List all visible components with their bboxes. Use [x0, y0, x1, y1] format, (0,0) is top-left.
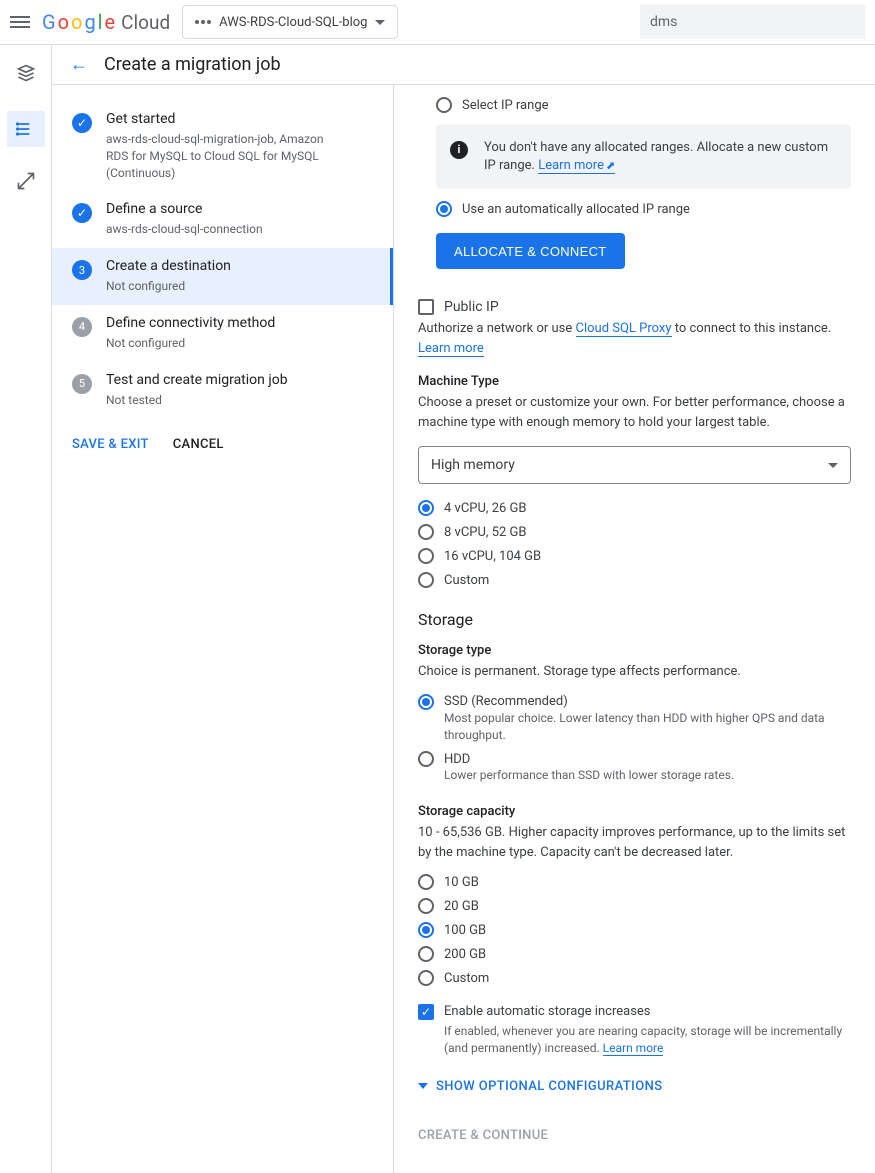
- radio-vcpu-4[interactable]: [418, 500, 434, 516]
- project-name: AWS-RDS-Cloud-SQL-blog: [219, 15, 367, 30]
- cloud-sql-proxy-link[interactable]: Cloud SQL Proxy: [576, 321, 672, 337]
- allocate-connect-button[interactable]: ALLOCATE & CONNECT: [436, 233, 625, 269]
- step-get-started[interactable]: Get started aws-rds-cloud-sql-migration-…: [52, 101, 393, 191]
- radio-vcpu-16[interactable]: [418, 548, 434, 564]
- back-arrow-icon[interactable]: ←: [70, 54, 88, 75]
- radio-select-ip-range[interactable]: [436, 97, 452, 113]
- ip-range-info: i You don't have any allocated ranges. A…: [436, 125, 851, 189]
- radio-200gb[interactable]: [418, 946, 434, 962]
- chevron-down-icon: [828, 463, 838, 468]
- ip-learn-more-link[interactable]: Learn more⬈: [538, 158, 615, 174]
- top-bar: Google Cloud AWS-RDS-Cloud-SQL-blog dms: [0, 0, 875, 45]
- storage-heading: Storage: [418, 610, 851, 629]
- storage-type-label: Storage type: [418, 643, 851, 658]
- step-test-and-create[interactable]: 5 Test and create migration job Not test…: [52, 362, 393, 419]
- step-define-connectivity[interactable]: 4 Define connectivity method Not configu…: [52, 305, 393, 362]
- public-ip-learn-more-link[interactable]: Learn more: [418, 341, 484, 357]
- service-icon[interactable]: [16, 63, 36, 87]
- google-cloud-logo: Google Cloud: [42, 10, 170, 34]
- info-icon: i: [450, 141, 468, 159]
- chevron-down-icon: [375, 20, 385, 25]
- save-and-exit-button[interactable]: SAVE & EXIT: [72, 437, 149, 452]
- radio-auto-ip-range[interactable]: [436, 201, 452, 217]
- project-icon: [195, 20, 211, 24]
- chevron-down-icon: [418, 1083, 428, 1089]
- machine-type-help: Choose a preset or customize your own. F…: [418, 393, 851, 432]
- storage-capacity-label: Storage capacity: [418, 804, 851, 819]
- radio-vcpu-8[interactable]: [418, 524, 434, 540]
- storage-capacity-help: 10 - 65,536 GB. Higher capacity improves…: [418, 823, 851, 862]
- page-header: ← Create a migration job: [52, 45, 875, 85]
- auto-ip-label: Use an automatically allocated IP range: [462, 202, 690, 217]
- nav-connection-profiles[interactable]: [16, 171, 36, 195]
- search-input[interactable]: dms: [640, 5, 865, 39]
- project-selector[interactable]: AWS-RDS-Cloud-SQL-blog: [182, 5, 398, 39]
- radio-20gb[interactable]: [418, 898, 434, 914]
- machine-type-select[interactable]: High memory: [418, 446, 851, 484]
- auto-storage-label: Enable automatic storage increases: [444, 1004, 851, 1019]
- public-ip-checkbox[interactable]: [418, 299, 434, 315]
- nav-migration-jobs[interactable]: [7, 111, 45, 147]
- left-rail: [0, 45, 52, 1173]
- radio-vcpu-custom[interactable]: [418, 572, 434, 588]
- page-title: Create a migration job: [104, 54, 281, 75]
- radio-hdd[interactable]: [418, 751, 434, 767]
- hdd-help: Lower performance than SSD with lower st…: [444, 767, 851, 784]
- select-ip-label: Select IP range: [462, 98, 549, 113]
- radio-10gb[interactable]: [418, 874, 434, 890]
- stepper: Get started aws-rds-cloud-sql-migration-…: [52, 85, 394, 1173]
- show-optional-toggle[interactable]: SHOW OPTIONAL CONFIGURATIONS: [418, 1079, 851, 1094]
- ssd-help: Most popular choice. Lower latency than …: [444, 710, 851, 744]
- storage-type-help: Choice is permanent. Storage type affect…: [418, 662, 851, 682]
- step-create-destination[interactable]: 3 Create a destination Not configured: [52, 248, 393, 305]
- public-ip-label: Public IP: [444, 299, 499, 315]
- machine-type-label: Machine Type: [418, 374, 851, 389]
- auto-storage-learn-more-link[interactable]: Learn more: [603, 1041, 664, 1056]
- radio-ssd[interactable]: [418, 694, 434, 710]
- form-panel: Select IP range i You don't have any all…: [394, 85, 875, 1173]
- step-define-source[interactable]: Define a source aws-rds-cloud-sql-connec…: [52, 191, 393, 248]
- auto-storage-checkbox[interactable]: [418, 1004, 434, 1020]
- cancel-button[interactable]: CANCEL: [173, 437, 224, 452]
- radio-capacity-custom[interactable]: [418, 970, 434, 986]
- menu-icon[interactable]: [10, 16, 30, 28]
- radio-100gb[interactable]: [418, 922, 434, 938]
- create-continue-button[interactable]: CREATE & CONTINUE: [418, 1128, 851, 1143]
